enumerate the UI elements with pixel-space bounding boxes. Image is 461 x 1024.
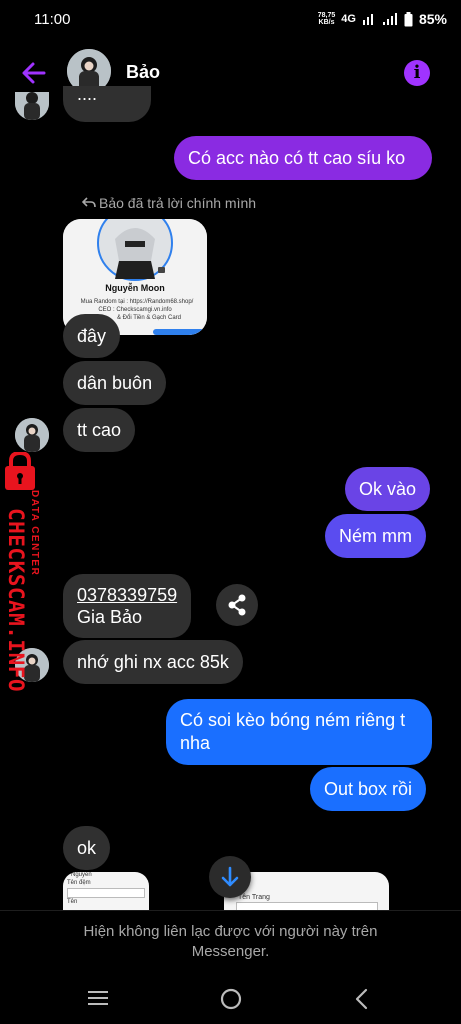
- signal-icon: [362, 14, 373, 25]
- message-bubble-outgoing[interactable]: Ok vào: [345, 467, 431, 511]
- reply-label: Bảo đã trả lời chính mình: [81, 195, 257, 211]
- message-bubble-incoming[interactable]: 0378339759 Gia Bảo: [63, 574, 192, 638]
- avatar: [15, 418, 49, 452]
- contact-name[interactable]: Bảo: [126, 62, 160, 83]
- message-bubble-outgoing[interactable]: Out box rồi: [310, 767, 427, 811]
- home-icon[interactable]: [219, 987, 243, 1011]
- watermark-brand: CHECKSCAM.INFO: [4, 508, 28, 693]
- form-label: Nguyễn: [71, 872, 92, 878]
- battery-icon: [404, 11, 413, 26]
- arrow-down-icon: [221, 866, 239, 887]
- battery-level: 85%: [418, 11, 447, 27]
- share-button[interactable]: [216, 584, 258, 626]
- back-nav-icon[interactable]: [352, 987, 372, 1011]
- share-icon: [228, 594, 246, 616]
- status-bar: 11:00 78,75 KB/s 4G 85%: [0, 0, 461, 38]
- message-bubble-partial[interactable]: ....: [63, 84, 151, 122]
- message-bubble-incoming[interactable]: đây: [63, 314, 121, 358]
- unavailable-notice: Hiện không liên lạc được với người này t…: [0, 922, 461, 962]
- message-bubble-outgoing[interactable]: Có acc nào có tt cao síu ko: [174, 136, 432, 180]
- message-text: nha: [180, 733, 211, 753]
- avatar: [15, 92, 49, 120]
- message-text: nhớ ghi nx acc 85k: [77, 652, 229, 672]
- message-text: Có soi kèo bóng ném riêng t: [180, 710, 406, 730]
- network-speed: 78,75 KB/s: [318, 12, 336, 26]
- message-bubble-incoming[interactable]: tt cao: [63, 408, 136, 452]
- message-bubble-incoming[interactable]: ok: [63, 826, 111, 870]
- form-field: [67, 888, 145, 898]
- signal-icon-2: [382, 13, 397, 25]
- message-text: Gia Bảo: [77, 607, 143, 627]
- form-label: Tên đệm: [67, 880, 91, 886]
- card-line: CEO : Checkscamgi.vn.info: [98, 307, 172, 313]
- avatar-image: [15, 92, 49, 120]
- message-text: Có acc nào có tt cao síu ko: [188, 148, 406, 168]
- notice-line: Hiện không liên lạc được với người này t…: [83, 923, 378, 940]
- network-type: 4G: [341, 13, 356, 25]
- reply-icon: [81, 197, 96, 208]
- status-indicators: 78,75 KB/s 4G 85%: [318, 11, 447, 27]
- message-text: tt cao: [77, 420, 122, 440]
- scroll-to-bottom-button[interactable]: [209, 856, 251, 898]
- status-time: 11:00: [34, 11, 71, 28]
- card-underline: [153, 329, 207, 335]
- recent-apps-icon[interactable]: [86, 988, 110, 1008]
- card-line: Mua Random tại : https://Random68.shop/: [80, 299, 194, 305]
- shared-image-form[interactable]: Nguyễn Tên đệm Tên: [63, 872, 149, 910]
- system-nav-bar: [0, 972, 461, 1024]
- form-field: [236, 902, 378, 910]
- phone-link[interactable]: 0378339759: [77, 584, 177, 606]
- notice-line: Messenger.: [191, 943, 270, 960]
- watermark-sub: DATA CENTER: [29, 490, 40, 577]
- speed-value: 78,75: [317, 12, 336, 19]
- message-text: Ok vào: [359, 479, 417, 499]
- message-bubble-outgoing[interactable]: Có soi kèo bóng ném riêng t nha: [166, 699, 432, 765]
- message-bubble-incoming[interactable]: nhớ ghi nx acc 85k: [63, 640, 243, 684]
- message-text: Out box rồi: [324, 779, 413, 799]
- card-name: Nguyễn Moon: [105, 283, 165, 293]
- message-bubble-outgoing[interactable]: Ném mm: [325, 514, 426, 558]
- lock-icon: [5, 452, 35, 490]
- message-text: Ném mm: [339, 526, 412, 546]
- message-text: ....: [77, 84, 98, 104]
- reply-label-text: Bảo đã trả lời chính mình: [99, 195, 257, 211]
- message-text: dân buôn: [77, 373, 153, 393]
- speed-unit: KB/s: [318, 19, 335, 26]
- message-text: đây: [77, 326, 107, 346]
- divider: [0, 910, 461, 911]
- message-bubble-incoming[interactable]: dân buôn: [63, 361, 167, 405]
- avatar-image: [15, 418, 49, 452]
- message-text: ok: [77, 838, 97, 858]
- arrow-left-icon[interactable]: [18, 58, 48, 88]
- form-label: Tên: [67, 899, 78, 905]
- info-icon[interactable]: i: [404, 60, 430, 86]
